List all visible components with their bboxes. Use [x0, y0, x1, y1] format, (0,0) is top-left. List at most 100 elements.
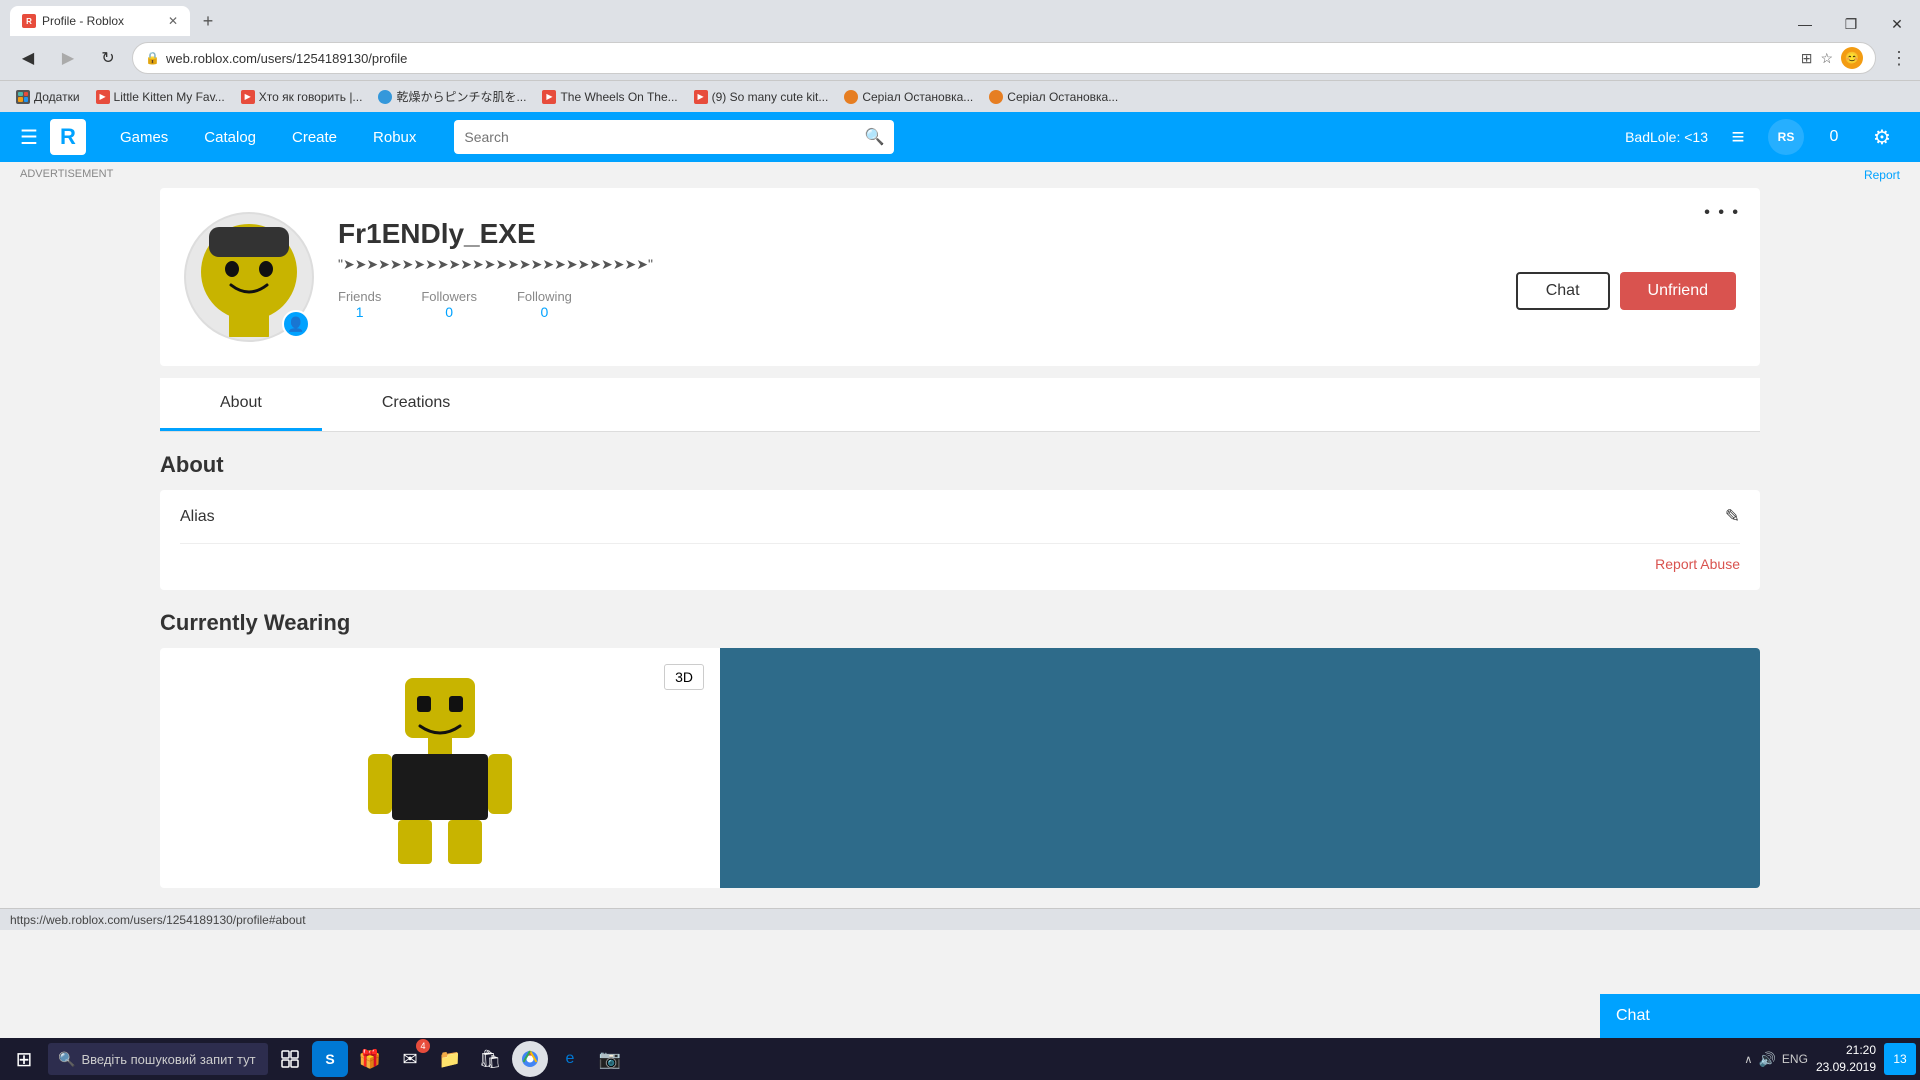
chat-popup-label: Chat [1616, 1007, 1650, 1025]
robux-icon-button[interactable]: RS [1768, 119, 1804, 155]
start-button[interactable]: ⊞ [4, 1039, 44, 1079]
taskbar-folder-icon[interactable]: 📁 [432, 1041, 468, 1077]
taskbar-chrome-icon[interactable] [512, 1041, 548, 1077]
taskbar-time-display: 21:20 [1816, 1042, 1876, 1059]
taskbar-speaker-icon[interactable]: 🔊 [1758, 1051, 1775, 1068]
wearing-items-panel [720, 648, 1760, 888]
stat-followers[interactable]: Followers 0 [421, 289, 477, 320]
ad-label: ADVERTISEMENT [20, 168, 113, 182]
chat-button[interactable]: Chat [1516, 272, 1610, 310]
bookmark-yt3-label: The Wheels On The... [560, 90, 677, 104]
alias-label: Alias [180, 508, 215, 526]
wearing-avatar-panel: 3D [160, 648, 720, 888]
wearing-content: 3D [160, 648, 1760, 888]
taskbar-expand-icon[interactable]: ∧ [1744, 1053, 1752, 1066]
nav-robux-link[interactable]: Robux [355, 112, 434, 162]
report-link[interactable]: Report [1864, 168, 1900, 182]
nav-games-link[interactable]: Games [102, 112, 186, 162]
hamburger-menu-button[interactable]: ☰ [20, 125, 38, 150]
stat-following-value: 0 [517, 304, 572, 320]
stat-friends[interactable]: Friends 1 [338, 289, 381, 320]
taskbar-date-display: 23.09.2019 [1816, 1059, 1876, 1076]
bookmark-addons-label: Додатки [34, 90, 80, 104]
window-minimize-button[interactable]: — [1782, 6, 1828, 42]
back-button[interactable]: ◀ [12, 42, 44, 74]
tab-creations[interactable]: Creations [322, 378, 510, 431]
about-section-title: About [160, 452, 1760, 478]
stat-friends-value: 1 [338, 304, 381, 320]
bookmark-yt1[interactable]: ▶ Little Kitten My Fav... [92, 88, 229, 106]
tabs-container: About Creations [160, 378, 1760, 432]
feed-icon-button[interactable]: ≡ [1720, 119, 1756, 155]
stat-following-label: Following [517, 289, 572, 304]
menu-icon[interactable]: ⋮ [1890, 48, 1908, 69]
roblox-logo[interactable]: R [50, 119, 86, 155]
search-box[interactable]: 🔍 [454, 120, 894, 154]
settings-icon-button[interactable]: ⚙ [1864, 119, 1900, 155]
nav-catalog-link[interactable]: Catalog [186, 112, 274, 162]
report-abuse-link[interactable]: Report Abuse [1655, 556, 1740, 572]
stat-followers-label: Followers [421, 289, 477, 304]
address-bar[interactable]: 🔒 web.roblox.com/users/1254189130/profil… [132, 42, 1876, 74]
profile-more-button[interactable]: • • • [1704, 204, 1740, 222]
bookmark-yt4[interactable]: ▶ (9) So many cute kit... [690, 88, 833, 106]
edit-icon[interactable]: ✎ [1725, 506, 1740, 527]
chat-popup[interactable]: Chat [1600, 994, 1920, 1038]
3d-toggle-button[interactable]: 3D [664, 664, 704, 690]
refresh-button[interactable]: ↻ [92, 42, 124, 74]
bookmark-yt2-label: Хто як говорить |... [259, 90, 363, 104]
browser-tab[interactable]: R Profile - Roblox ✕ [10, 6, 190, 36]
bookmark-addons[interactable]: Додатки [12, 88, 84, 106]
taskbar-notification-button[interactable]: 13 [1884, 1043, 1916, 1075]
tab-close-icon[interactable]: ✕ [168, 14, 178, 28]
profile-info: Fr1ENDly_EXE "➤➤➤➤➤➤➤➤➤➤➤➤➤➤➤➤➤➤➤➤➤➤➤➤➤➤… [338, 212, 1492, 320]
bookmark-yt4-label: (9) So many cute kit... [712, 90, 829, 104]
bookmark-globe[interactable]: 乾燥からピンチな肌を... [374, 86, 530, 107]
tab-title: Profile - Roblox [42, 14, 124, 28]
bookmark-star-icon[interactable]: ☆ [1820, 50, 1833, 67]
tab-about[interactable]: About [160, 378, 322, 431]
taskbar-skype-icon[interactable]: S [312, 1041, 348, 1077]
bookmark-yt2[interactable]: ▶ Хто як говорить |... [237, 88, 367, 106]
taskbar-task-view-button[interactable] [272, 1041, 308, 1077]
nav-username: BadLole: <13 [1625, 129, 1708, 145]
status-bar: https://web.roblox.com/users/1254189130/… [0, 908, 1920, 930]
taskbar-search-box[interactable]: 🔍 Введіть пошуковий запит тут [48, 1043, 268, 1075]
taskbar-store-icon[interactable]: 🛍 [472, 1041, 508, 1077]
stat-following[interactable]: Following 0 [517, 289, 572, 320]
taskbar: ⊞ 🔍 Введіть пошуковий запит тут S 🎁 ✉ 4 … [0, 1038, 1920, 1080]
bookmark-fox2[interactable]: Серіал Остановка... [985, 88, 1122, 106]
taskbar-camera-icon[interactable]: 📷 [592, 1041, 628, 1077]
taskbar-lang-label: ENG [1782, 1052, 1808, 1066]
about-section: About Alias ✎ Report Abuse [160, 452, 1760, 590]
profile-avatar-wrap: 👤 [184, 212, 314, 342]
roblox-navbar: ☰ R Games Catalog Create Robux 🔍 BadLole… [0, 112, 1920, 162]
profile-actions: Chat Unfriend [1516, 272, 1736, 310]
unfriend-button[interactable]: Unfriend [1620, 272, 1736, 310]
taskbar-search-placeholder: Введіть пошуковий запит тут [81, 1052, 255, 1067]
taskbar-mail-icon[interactable]: ✉ 4 [392, 1041, 428, 1077]
bookmark-yt3[interactable]: ▶ The Wheels On The... [538, 88, 681, 106]
avatar-friend-badge: 👤 [282, 310, 310, 338]
profile-status: "➤➤➤➤➤➤➤➤➤➤➤➤➤➤➤➤➤➤➤➤➤➤➤➤➤➤" [338, 256, 1492, 273]
translate-icon[interactable]: ⊞ [1801, 50, 1813, 67]
bookmark-fox1-label: Серіал Остановка... [862, 90, 973, 104]
bookmark-fox1[interactable]: Серіал Остановка... [840, 88, 977, 106]
wearing-section: Currently Wearing 3D [160, 610, 1760, 888]
window-maximize-button[interactable]: ❐ [1828, 6, 1874, 42]
bookmark-fox2-label: Серіал Остановка... [1007, 90, 1118, 104]
search-input[interactable] [464, 129, 858, 145]
taskbar-gift-icon[interactable]: 🎁 [352, 1041, 388, 1077]
url-text: web.roblox.com/users/1254189130/profile [166, 51, 407, 66]
forward-button[interactable]: ▶ [52, 42, 84, 74]
about-card: Alias ✎ Report Abuse [160, 490, 1760, 590]
currency-count: 0 [1816, 119, 1852, 155]
tab-favicon: R [22, 14, 36, 28]
window-close-button[interactable]: ✕ [1874, 6, 1920, 42]
search-icon[interactable]: 🔍 [864, 127, 884, 147]
taskbar-edge-icon[interactable]: e [552, 1041, 588, 1077]
page-content: ADVERTISEMENT Report [0, 162, 1920, 908]
new-tab-button[interactable]: + [194, 7, 222, 35]
wearing-section-title: Currently Wearing [160, 610, 1760, 636]
nav-create-link[interactable]: Create [274, 112, 355, 162]
